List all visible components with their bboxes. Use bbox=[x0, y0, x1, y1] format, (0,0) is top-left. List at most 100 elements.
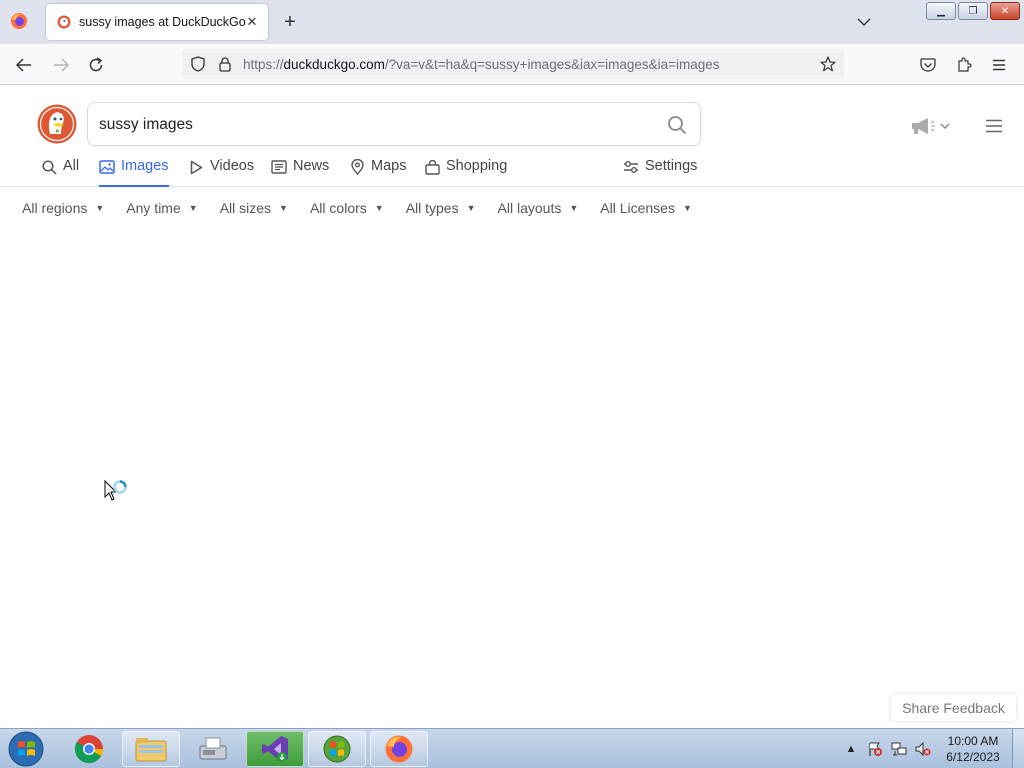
close-window-button[interactable]: ✕ bbox=[990, 2, 1020, 20]
arrow-right-icon bbox=[54, 58, 69, 72]
duckduckgo-favicon-icon bbox=[56, 14, 72, 30]
restore-button[interactable]: ❐ bbox=[958, 2, 988, 20]
hamburger-menu-icon bbox=[993, 59, 1005, 71]
duckduckgo-duck-icon bbox=[37, 104, 77, 144]
map-pin-icon bbox=[349, 159, 365, 175]
arrow-left-icon bbox=[16, 58, 31, 72]
chevron-down-icon bbox=[940, 123, 950, 129]
image-icon bbox=[99, 159, 115, 175]
caret-down-icon: ▼ bbox=[466, 203, 476, 213]
tab-news[interactable]: News bbox=[271, 158, 329, 187]
windows-update-icon bbox=[323, 735, 351, 763]
image-filters: All regions ▼ Any time ▼ All sizes ▼ All co… bbox=[22, 200, 714, 216]
tab-images-label: Images bbox=[121, 158, 169, 174]
chrome-icon bbox=[74, 735, 103, 764]
filter-license-dropdown[interactable]: All Licenses ▼ bbox=[600, 200, 692, 216]
reload-button[interactable] bbox=[83, 52, 109, 78]
tab-close-icon[interactable]: ✕ bbox=[242, 12, 262, 32]
duckduckgo-logo[interactable] bbox=[37, 104, 77, 144]
filter-time-dropdown[interactable]: Any time ▼ bbox=[126, 200, 197, 216]
window-controls: ▁ ❐ ✕ bbox=[926, 2, 1020, 20]
share-feedback-button[interactable]: Share Feedback bbox=[891, 694, 1016, 721]
tab-shopping-label: Shopping bbox=[446, 158, 508, 174]
minimize-button[interactable]: ▁ bbox=[926, 2, 956, 20]
hamburger-menu-icon bbox=[986, 119, 1002, 133]
tracking-protection-shield-icon[interactable] bbox=[188, 54, 208, 74]
taskbar-file-explorer[interactable] bbox=[122, 731, 180, 767]
back-button[interactable] bbox=[11, 52, 37, 78]
visual-studio-installer-icon bbox=[262, 736, 288, 762]
firefox-icon bbox=[385, 735, 413, 763]
search-input[interactable] bbox=[99, 115, 639, 135]
forward-button[interactable] bbox=[48, 52, 74, 78]
tab-shopping[interactable]: Shopping bbox=[424, 158, 507, 187]
tab-maps-label: Maps bbox=[371, 158, 407, 174]
start-button[interactable] bbox=[6, 730, 46, 768]
taskbar-chrome[interactable] bbox=[60, 731, 118, 767]
settings-button[interactable]: Settings bbox=[623, 158, 697, 187]
caret-down-icon: ▼ bbox=[569, 203, 579, 213]
lock-icon[interactable] bbox=[215, 54, 235, 74]
filter-layout-dropdown[interactable]: All layouts ▼ bbox=[498, 200, 579, 216]
megaphone-icon bbox=[912, 118, 935, 134]
pocket-button[interactable] bbox=[915, 52, 941, 78]
extensions-button[interactable] bbox=[951, 52, 977, 78]
tab-all[interactable]: All bbox=[41, 158, 79, 187]
filter-color-dropdown[interactable]: All colors ▼ bbox=[310, 200, 384, 216]
windows-start-orb-icon bbox=[8, 731, 44, 767]
taskbar-windows-update[interactable] bbox=[308, 731, 366, 767]
play-icon bbox=[188, 159, 204, 175]
caret-down-icon: ▼ bbox=[374, 203, 384, 213]
show-hidden-icons-button[interactable]: ▲ bbox=[842, 740, 860, 758]
taskbar-clock[interactable]: 10:00 AM 6/12/2023 bbox=[940, 733, 1006, 765]
list-all-tabs-button[interactable] bbox=[852, 10, 876, 34]
tab-maps[interactable]: Maps bbox=[349, 158, 406, 187]
taskbar-visual-studio-installer[interactable] bbox=[246, 731, 304, 767]
ddg-menu-button[interactable] bbox=[983, 115, 1005, 137]
search-icon bbox=[668, 116, 687, 135]
action-center-flag-icon[interactable] bbox=[866, 740, 884, 758]
tab-title: sussy images at DuckDuckGo bbox=[79, 15, 246, 29]
fax-icon bbox=[199, 737, 227, 760]
network-icon[interactable] bbox=[890, 740, 908, 758]
whats-new-button[interactable] bbox=[910, 116, 956, 136]
firefox-view-button[interactable] bbox=[8, 10, 30, 32]
browser-tab-active[interactable]: sussy images at DuckDuckGo ✕ bbox=[46, 4, 268, 40]
search-type-tabs: All Images Videos News Maps Shopping Set… bbox=[0, 150, 1024, 187]
taskbar-fax-and-scan[interactable] bbox=[184, 731, 242, 767]
caret-down-icon: ▼ bbox=[682, 203, 692, 213]
caret-down-icon: ▼ bbox=[279, 203, 288, 213]
caret-down-icon: ▼ bbox=[188, 203, 198, 213]
tab-news-label: News bbox=[293, 158, 330, 174]
app-menu-button[interactable] bbox=[986, 52, 1012, 78]
busy-cursor-icon bbox=[104, 480, 127, 501]
clock-time: 10:00 AM bbox=[947, 734, 999, 748]
address-bar[interactable]: https://duckduckgo.com/?va=v&t=ha&q=suss… bbox=[182, 49, 844, 79]
tab-videos-label: Videos bbox=[210, 158, 255, 174]
newspaper-icon bbox=[271, 159, 287, 175]
clock-date: 6/12/2023 bbox=[946, 750, 1000, 764]
new-tab-button[interactable]: + bbox=[278, 10, 302, 34]
puzzle-piece-icon bbox=[958, 57, 972, 72]
show-desktop-button[interactable] bbox=[1012, 729, 1024, 768]
tab-videos[interactable]: Videos bbox=[188, 158, 254, 187]
tab-images[interactable]: Images bbox=[99, 158, 169, 187]
chevron-down-icon bbox=[857, 18, 871, 26]
firefox-icon bbox=[11, 13, 27, 29]
pocket-icon bbox=[920, 57, 936, 72]
tab-strip: sussy images at DuckDuckGo ✕ + ▁ ❐ ✕ bbox=[0, 0, 1024, 44]
bookmark-star-icon[interactable] bbox=[818, 54, 838, 74]
system-tray: ▲ bbox=[842, 729, 932, 768]
tab-all-label: All bbox=[63, 158, 80, 174]
volume-muted-icon[interactable] bbox=[914, 740, 932, 758]
search-button[interactable] bbox=[666, 114, 688, 136]
search-box bbox=[87, 102, 701, 146]
filter-size-dropdown[interactable]: All sizes ▼ bbox=[220, 200, 288, 216]
navigation-toolbar: https://duckduckgo.com/?va=v&t=ha&q=suss… bbox=[0, 44, 1024, 85]
file-explorer-icon bbox=[135, 738, 167, 762]
taskbar-firefox[interactable] bbox=[370, 731, 428, 767]
caret-down-icon: ▼ bbox=[95, 203, 105, 213]
filter-region-dropdown[interactable]: All regions ▼ bbox=[22, 200, 104, 216]
filter-type-dropdown[interactable]: All types ▼ bbox=[406, 200, 476, 216]
settings-label: Settings bbox=[645, 158, 698, 174]
